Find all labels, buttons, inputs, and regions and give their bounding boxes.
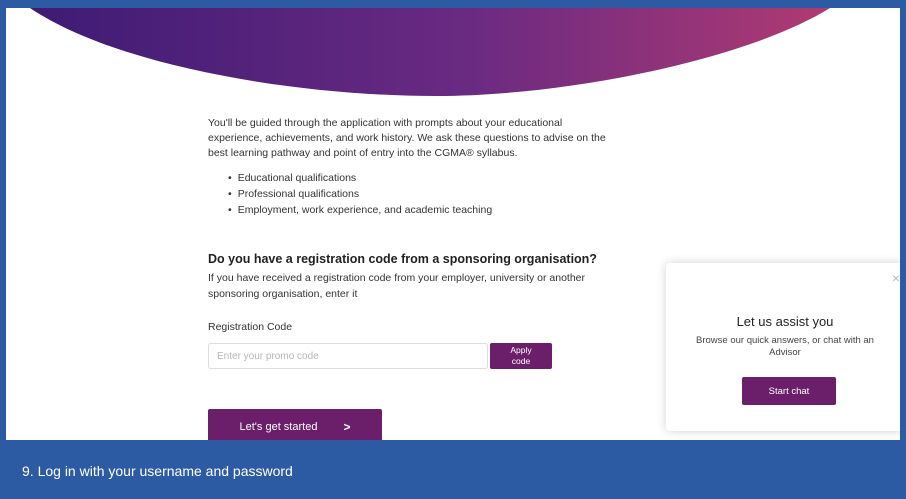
- chevron-right-icon: >: [343, 420, 351, 434]
- chat-widget: × Let us assist you Browse our quick ans…: [666, 263, 900, 431]
- chat-title: Let us assist you: [736, 314, 834, 329]
- list-item: Educational qualifications: [228, 170, 492, 186]
- registration-description: If you have received a registration code…: [208, 272, 586, 300]
- step-caption: 9. Log in with your username and passwor…: [22, 463, 293, 479]
- start-button-label: Let's get started: [239, 421, 318, 433]
- registration-heading: Do you have a registration code from a s…: [208, 252, 597, 266]
- list-item: Professional qualifications: [228, 186, 492, 202]
- apply-code-button[interactable]: Apply code: [490, 343, 552, 369]
- qualifications-list: Educational qualifications Professional …: [228, 170, 492, 218]
- caption-bar: 9. Log in with your username and passwor…: [0, 440, 906, 499]
- page-screen: You'll be guided through the application…: [6, 8, 900, 440]
- lets-get-started-button[interactable]: Let's get started >: [208, 409, 382, 440]
- close-icon[interactable]: ×: [892, 271, 900, 285]
- apply-code-label-line2: code: [511, 356, 531, 366]
- intro-paragraph: You'll be guided through the application…: [208, 117, 606, 159]
- screenshot-frame: You'll be guided through the application…: [0, 0, 906, 440]
- header-gradient-arc: [30, 8, 830, 96]
- start-chat-button[interactable]: Start chat: [742, 377, 836, 405]
- apply-code-label-line1: Apply: [510, 345, 532, 355]
- registration-code-label: Registration Code: [208, 321, 293, 333]
- list-item: Employment, work experience, and academi…: [228, 202, 492, 218]
- promo-code-input[interactable]: [208, 343, 488, 369]
- chat-description: Browse our quick answers, or chat with a…: [696, 335, 874, 358]
